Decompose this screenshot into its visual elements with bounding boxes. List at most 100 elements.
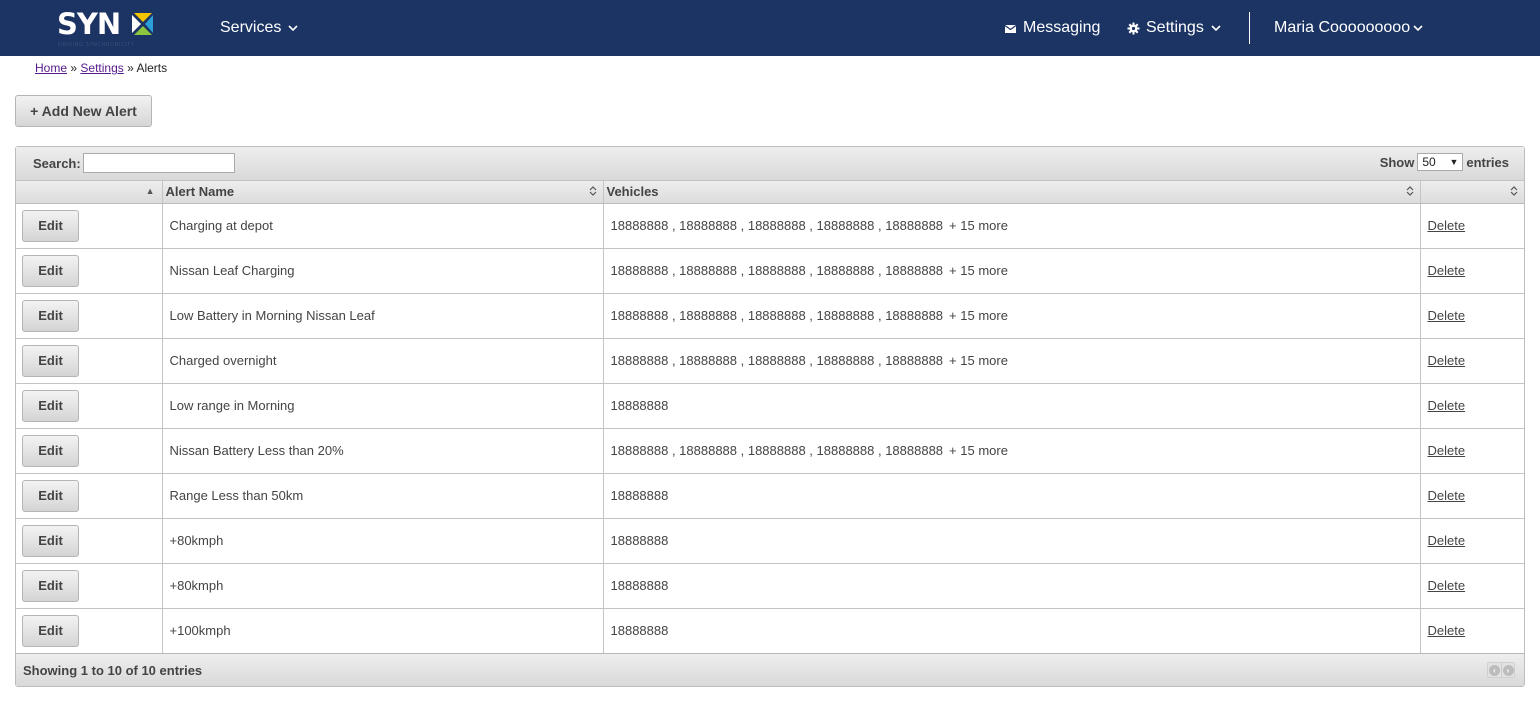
column-header-delete[interactable] xyxy=(1420,181,1524,204)
gear-icon xyxy=(1127,22,1140,34)
nav-services-label: Services xyxy=(220,19,282,36)
vehicle-list: 18888888 xyxy=(610,623,669,638)
add-new-alert-button[interactable]: + Add New Alert xyxy=(15,95,152,127)
table-row: Edit +100kmph 18888888 Delete xyxy=(16,608,1524,654)
page-length-select[interactable]: 50 ▼ xyxy=(1417,153,1464,171)
delete-cell: Delete xyxy=(1420,293,1524,339)
vehicles-cell: 18888888 xyxy=(603,608,1421,654)
delete-cell: Delete xyxy=(1420,608,1524,654)
vehicle-list: 18888888 , 18888888 , 18888888 , 1888888… xyxy=(610,308,944,323)
arrow-right-icon: › xyxy=(1502,664,1514,676)
more-vehicles-count: + 15 more xyxy=(949,218,1008,233)
delete-link[interactable]: Delete xyxy=(1428,443,1466,458)
delete-link[interactable]: Delete xyxy=(1428,533,1466,548)
delete-link[interactable]: Delete xyxy=(1428,488,1466,503)
delete-link[interactable]: Delete xyxy=(1428,623,1466,638)
entries-label: entries xyxy=(1466,154,1509,170)
delete-cell: Delete xyxy=(1420,203,1524,249)
actions-cell: Edit xyxy=(16,248,163,294)
actions-cell: Edit xyxy=(16,383,163,429)
table-row: Edit +80kmph 18888888 Delete xyxy=(16,518,1524,564)
search-input[interactable] xyxy=(83,153,235,173)
edit-button[interactable]: Edit xyxy=(22,209,79,242)
chevron-down-icon xyxy=(1413,25,1423,32)
nav-messaging-link[interactable]: Messaging xyxy=(1004,0,1100,56)
delete-cell: Delete xyxy=(1420,428,1524,474)
delete-cell: Delete xyxy=(1420,518,1524,564)
delete-link[interactable]: Delete xyxy=(1428,398,1466,413)
top-navigation-bar: SYN DRIVING SYNCHRONICITY Services Messa… xyxy=(0,0,1540,56)
alert-name-cell: Nissan Leaf Charging xyxy=(162,248,604,294)
more-vehicles-count: + 15 more xyxy=(949,443,1008,458)
next-page-button[interactable]: › xyxy=(1501,663,1514,677)
table-row: Edit Low range in Morning 18888888 Delete xyxy=(16,383,1524,429)
synx-logo[interactable]: SYN DRIVING SYNCHRONICITY xyxy=(57,8,157,50)
actions-cell: Edit xyxy=(16,518,163,564)
vehicle-list: 18888888 , 18888888 , 18888888 , 1888888… xyxy=(610,443,944,458)
breadcrumb-settings-link[interactable]: Settings xyxy=(80,61,123,75)
breadcrumb-home-link[interactable]: Home xyxy=(35,61,67,75)
edit-button[interactable]: Edit xyxy=(22,524,79,557)
actions-cell: Edit xyxy=(16,203,163,249)
vehicles-cell: 18888888 xyxy=(603,473,1421,519)
alert-name-cell: Low range in Morning xyxy=(162,383,604,429)
table-row: Edit Nissan Leaf Charging 18888888 , 18888… xyxy=(16,248,1524,294)
vehicles-cell: 18888888 , 18888888 , 18888888 , 1888888… xyxy=(603,293,1421,339)
breadcrumb-current: Alerts xyxy=(136,61,168,75)
vehicle-list: 18888888 xyxy=(610,488,669,503)
sort-both-icon xyxy=(1510,186,1518,196)
edit-button[interactable]: Edit xyxy=(22,479,79,512)
alert-name-cell: +80kmph xyxy=(162,563,604,609)
delete-link[interactable]: Delete xyxy=(1428,353,1466,368)
breadcrumb: Home » Settings » Alerts xyxy=(35,61,167,75)
edit-button[interactable]: Edit xyxy=(22,569,79,602)
delete-cell: Delete xyxy=(1420,563,1524,609)
sort-both-icon xyxy=(1406,186,1413,196)
alert-name-cell: +100kmph xyxy=(162,608,604,654)
actions-cell: Edit xyxy=(16,563,163,609)
user-menu[interactable]: Maria Cooooooooo xyxy=(1274,0,1424,56)
table-row: Edit Nissan Battery Less than 20% 18888888… xyxy=(16,428,1524,474)
actions-cell: Edit xyxy=(16,338,163,384)
alert-name-cell: Charging at depot xyxy=(162,203,604,249)
delete-link[interactable]: Delete xyxy=(1428,263,1466,278)
table-info: Showing 1 to 10 of 10 entries xyxy=(23,663,203,678)
table-header-row: ▲ Alert Name Vehicles xyxy=(16,181,1524,204)
edit-button[interactable]: Edit xyxy=(22,389,79,422)
alerts-table-wrapper: Search: Show 50 ▼ entries ▲ Alert Name V… xyxy=(15,146,1525,687)
logo-tagline: DRIVING SYNCHRONICITY xyxy=(58,42,135,48)
column-header-actions[interactable]: ▲ xyxy=(16,181,163,204)
edit-button[interactable]: Edit xyxy=(22,434,79,467)
sort-both-icon xyxy=(589,186,596,196)
actions-cell: Edit xyxy=(16,608,163,654)
table-row: Edit Range Less than 50km 18888888 Delete xyxy=(16,473,1524,519)
edit-button[interactable]: Edit xyxy=(22,299,79,332)
previous-page-button[interactable]: ‹ xyxy=(1488,663,1501,677)
nav-settings-menu[interactable]: Settings xyxy=(1127,0,1222,56)
column-header-alert-name[interactable]: Alert Name xyxy=(162,181,604,204)
page-length-control: Show 50 ▼ entries xyxy=(1380,153,1509,171)
nav-services-menu[interactable]: Services xyxy=(220,0,299,56)
nav-messaging-label: Messaging xyxy=(1023,19,1101,36)
search-label: Search: xyxy=(33,156,81,171)
column-header-vehicles[interactable]: Vehicles xyxy=(603,181,1421,204)
breadcrumb-separator: » xyxy=(127,61,134,75)
vehicle-list: 18888888 xyxy=(610,398,669,413)
table-row: Edit Low Battery in Morning Nissan Leaf 18… xyxy=(16,293,1524,339)
alert-name-cell: Low Battery in Morning Nissan Leaf xyxy=(162,293,604,339)
edit-button[interactable]: Edit xyxy=(22,254,79,287)
delete-link[interactable]: Delete xyxy=(1428,308,1466,323)
table-row: Edit Charged overnight 18888888 , 18888888… xyxy=(16,338,1524,384)
more-vehicles-count: + 15 more xyxy=(949,353,1008,368)
table-row: Edit Charging at depot 18888888 , 18888888… xyxy=(16,203,1524,249)
edit-button[interactable]: Edit xyxy=(22,614,79,647)
envelope-icon xyxy=(1004,24,1017,33)
nav-divider xyxy=(1249,12,1250,44)
edit-button[interactable]: Edit xyxy=(22,344,79,377)
nav-settings-label: Settings xyxy=(1146,19,1204,36)
delete-link[interactable]: Delete xyxy=(1428,578,1466,593)
vehicle-list: 18888888 , 18888888 , 18888888 , 1888888… xyxy=(610,218,944,233)
delete-link[interactable]: Delete xyxy=(1428,218,1466,233)
vehicles-cell: 18888888 xyxy=(603,563,1421,609)
vehicles-cell: 18888888 , 18888888 , 18888888 , 1888888… xyxy=(603,428,1421,474)
